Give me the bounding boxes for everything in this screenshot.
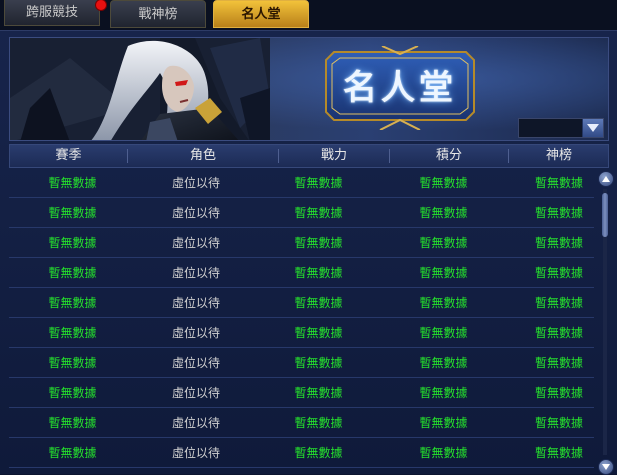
role-cell: 虛位以待 (171, 446, 220, 460)
season-cell: 暫無數據 (48, 356, 97, 370)
tab-cross-server[interactable]: 跨服競技 (4, 0, 100, 26)
god-rank-cell: 暫無數據 (534, 326, 583, 340)
power-cell: 暫無數據 (294, 326, 343, 340)
hall-of-fame-panel: 名人堂 賽季 角色 戰力 積分 神榜 暫無數據 虛位以待 暫無數據 暫無數據 暫… (0, 30, 617, 475)
power-cell: 暫無數據 (294, 236, 343, 250)
role-cell: 虛位以待 (171, 206, 220, 220)
season-cell: 暫無數據 (48, 296, 97, 310)
table-row[interactable]: 暫無數據 虛位以待 暫無數據 暫無數據 暫無數據 (9, 169, 594, 198)
column-header-god-rank: 神榜 (545, 148, 572, 163)
table-row[interactable]: 暫無數據 虛位以待 暫無數據 暫無數據 暫無數據 (9, 259, 594, 288)
points-cell: 暫無數據 (419, 446, 468, 460)
banner-title: 名人堂 (343, 68, 457, 108)
role-cell: 虛位以待 (171, 236, 220, 250)
god-rank-cell: 暫無數據 (534, 176, 583, 190)
hall-of-fame-banner: 名人堂 (9, 37, 609, 141)
role-cell: 虛位以待 (171, 416, 220, 430)
role-cell: 虛位以待 (171, 386, 220, 400)
table-row[interactable]: 暫無數據 虛位以待 暫無數據 暫無數據 暫無數據 (9, 289, 594, 318)
points-cell: 暫無數據 (419, 176, 468, 190)
god-rank-cell: 暫無數據 (534, 446, 583, 460)
notification-dot-icon (95, 0, 107, 11)
points-cell: 暫無數據 (419, 206, 468, 220)
points-cell: 暫無數據 (419, 416, 468, 430)
power-cell: 暫無數據 (294, 446, 343, 460)
table-row[interactable]: 暫無數據 虛位以待 暫無數據 暫無數據 暫無數據 (9, 229, 594, 258)
table-body: 暫無數據 虛位以待 暫無數據 暫無數據 暫無數據 暫無數據 虛位以待 暫無數據 … (9, 169, 594, 474)
god-rank-cell: 暫無數據 (534, 266, 583, 280)
season-cell: 暫無數據 (48, 176, 97, 190)
table-row[interactable]: 暫無數據 虛位以待 暫無數據 暫無數據 暫無數據 (9, 439, 594, 468)
god-rank-cell: 暫無數據 (534, 356, 583, 370)
points-cell: 暫無數據 (419, 296, 468, 310)
tab-bar: 跨服競技 戰神榜 名人堂 (0, 0, 617, 30)
power-cell: 暫無數據 (294, 176, 343, 190)
tab-hall-of-fame[interactable]: 名人堂 (213, 0, 309, 28)
role-cell: 虛位以待 (171, 266, 220, 280)
role-cell: 虛位以待 (171, 296, 220, 310)
dropdown-arrow-icon[interactable] (582, 119, 603, 137)
power-cell: 暫無數據 (294, 206, 343, 220)
points-cell: 暫無數據 (419, 326, 468, 340)
season-cell: 暫無數據 (48, 446, 97, 460)
god-rank-cell: 暫無數據 (534, 236, 583, 250)
season-cell: 暫無數據 (48, 236, 97, 250)
god-rank-cell: 暫無數據 (534, 386, 583, 400)
season-cell: 暫無數據 (48, 416, 97, 430)
god-rank-cell: 暫無數據 (534, 206, 583, 220)
power-cell: 暫無數據 (294, 356, 343, 370)
role-cell: 虛位以待 (171, 326, 220, 340)
points-cell: 暫無數據 (419, 386, 468, 400)
god-rank-cell: 暫無數據 (534, 296, 583, 310)
points-cell: 暫無數據 (419, 356, 468, 370)
table-row[interactable]: 暫無數據 虛位以待 暫無數據 暫無數據 暫無數據 (9, 199, 594, 228)
season-cell: 暫無數據 (48, 206, 97, 220)
points-cell: 暫無數據 (419, 236, 468, 250)
table-row[interactable]: 暫無數據 虛位以待 暫無數據 暫無數據 暫無數據 (9, 349, 594, 378)
title-plaque: 名人堂 (322, 46, 478, 130)
tab-war-god-ranking[interactable]: 戰神榜 (110, 0, 206, 28)
role-cell: 虛位以待 (171, 176, 220, 190)
table-row[interactable]: 暫無數據 虛位以待 暫無數據 暫無數據 暫無數據 (9, 319, 594, 348)
column-header-season: 賽季 (55, 148, 82, 163)
table-row[interactable]: 暫無數據 虛位以待 暫無數據 暫無數據 暫無數據 (9, 379, 594, 408)
column-header-points: 積分 (435, 148, 462, 163)
god-rank-cell: 暫無數據 (534, 416, 583, 430)
table-header: 賽季 角色 戰力 積分 神榜 (9, 144, 609, 168)
season-cell: 暫無數據 (48, 266, 97, 280)
role-cell: 虛位以待 (171, 356, 220, 370)
table-scrollbar[interactable] (597, 171, 614, 475)
season-cell: 暫無數據 (48, 326, 97, 340)
points-cell: 暫無數據 (419, 266, 468, 280)
hero-artwork (10, 38, 270, 140)
scroll-thumb[interactable] (602, 193, 608, 237)
column-header-role: 角色 (189, 148, 216, 163)
scroll-up-icon[interactable] (598, 171, 614, 187)
season-cell: 暫無數據 (48, 386, 97, 400)
power-cell: 暫無數據 (294, 266, 343, 280)
season-dropdown[interactable] (518, 118, 604, 138)
power-cell: 暫無數據 (294, 296, 343, 310)
column-header-power: 戰力 (320, 148, 347, 163)
table-row[interactable]: 暫無數據 虛位以待 暫無數據 暫無數據 暫無數據 (9, 409, 594, 438)
power-cell: 暫無數據 (294, 386, 343, 400)
power-cell: 暫無數據 (294, 416, 343, 430)
